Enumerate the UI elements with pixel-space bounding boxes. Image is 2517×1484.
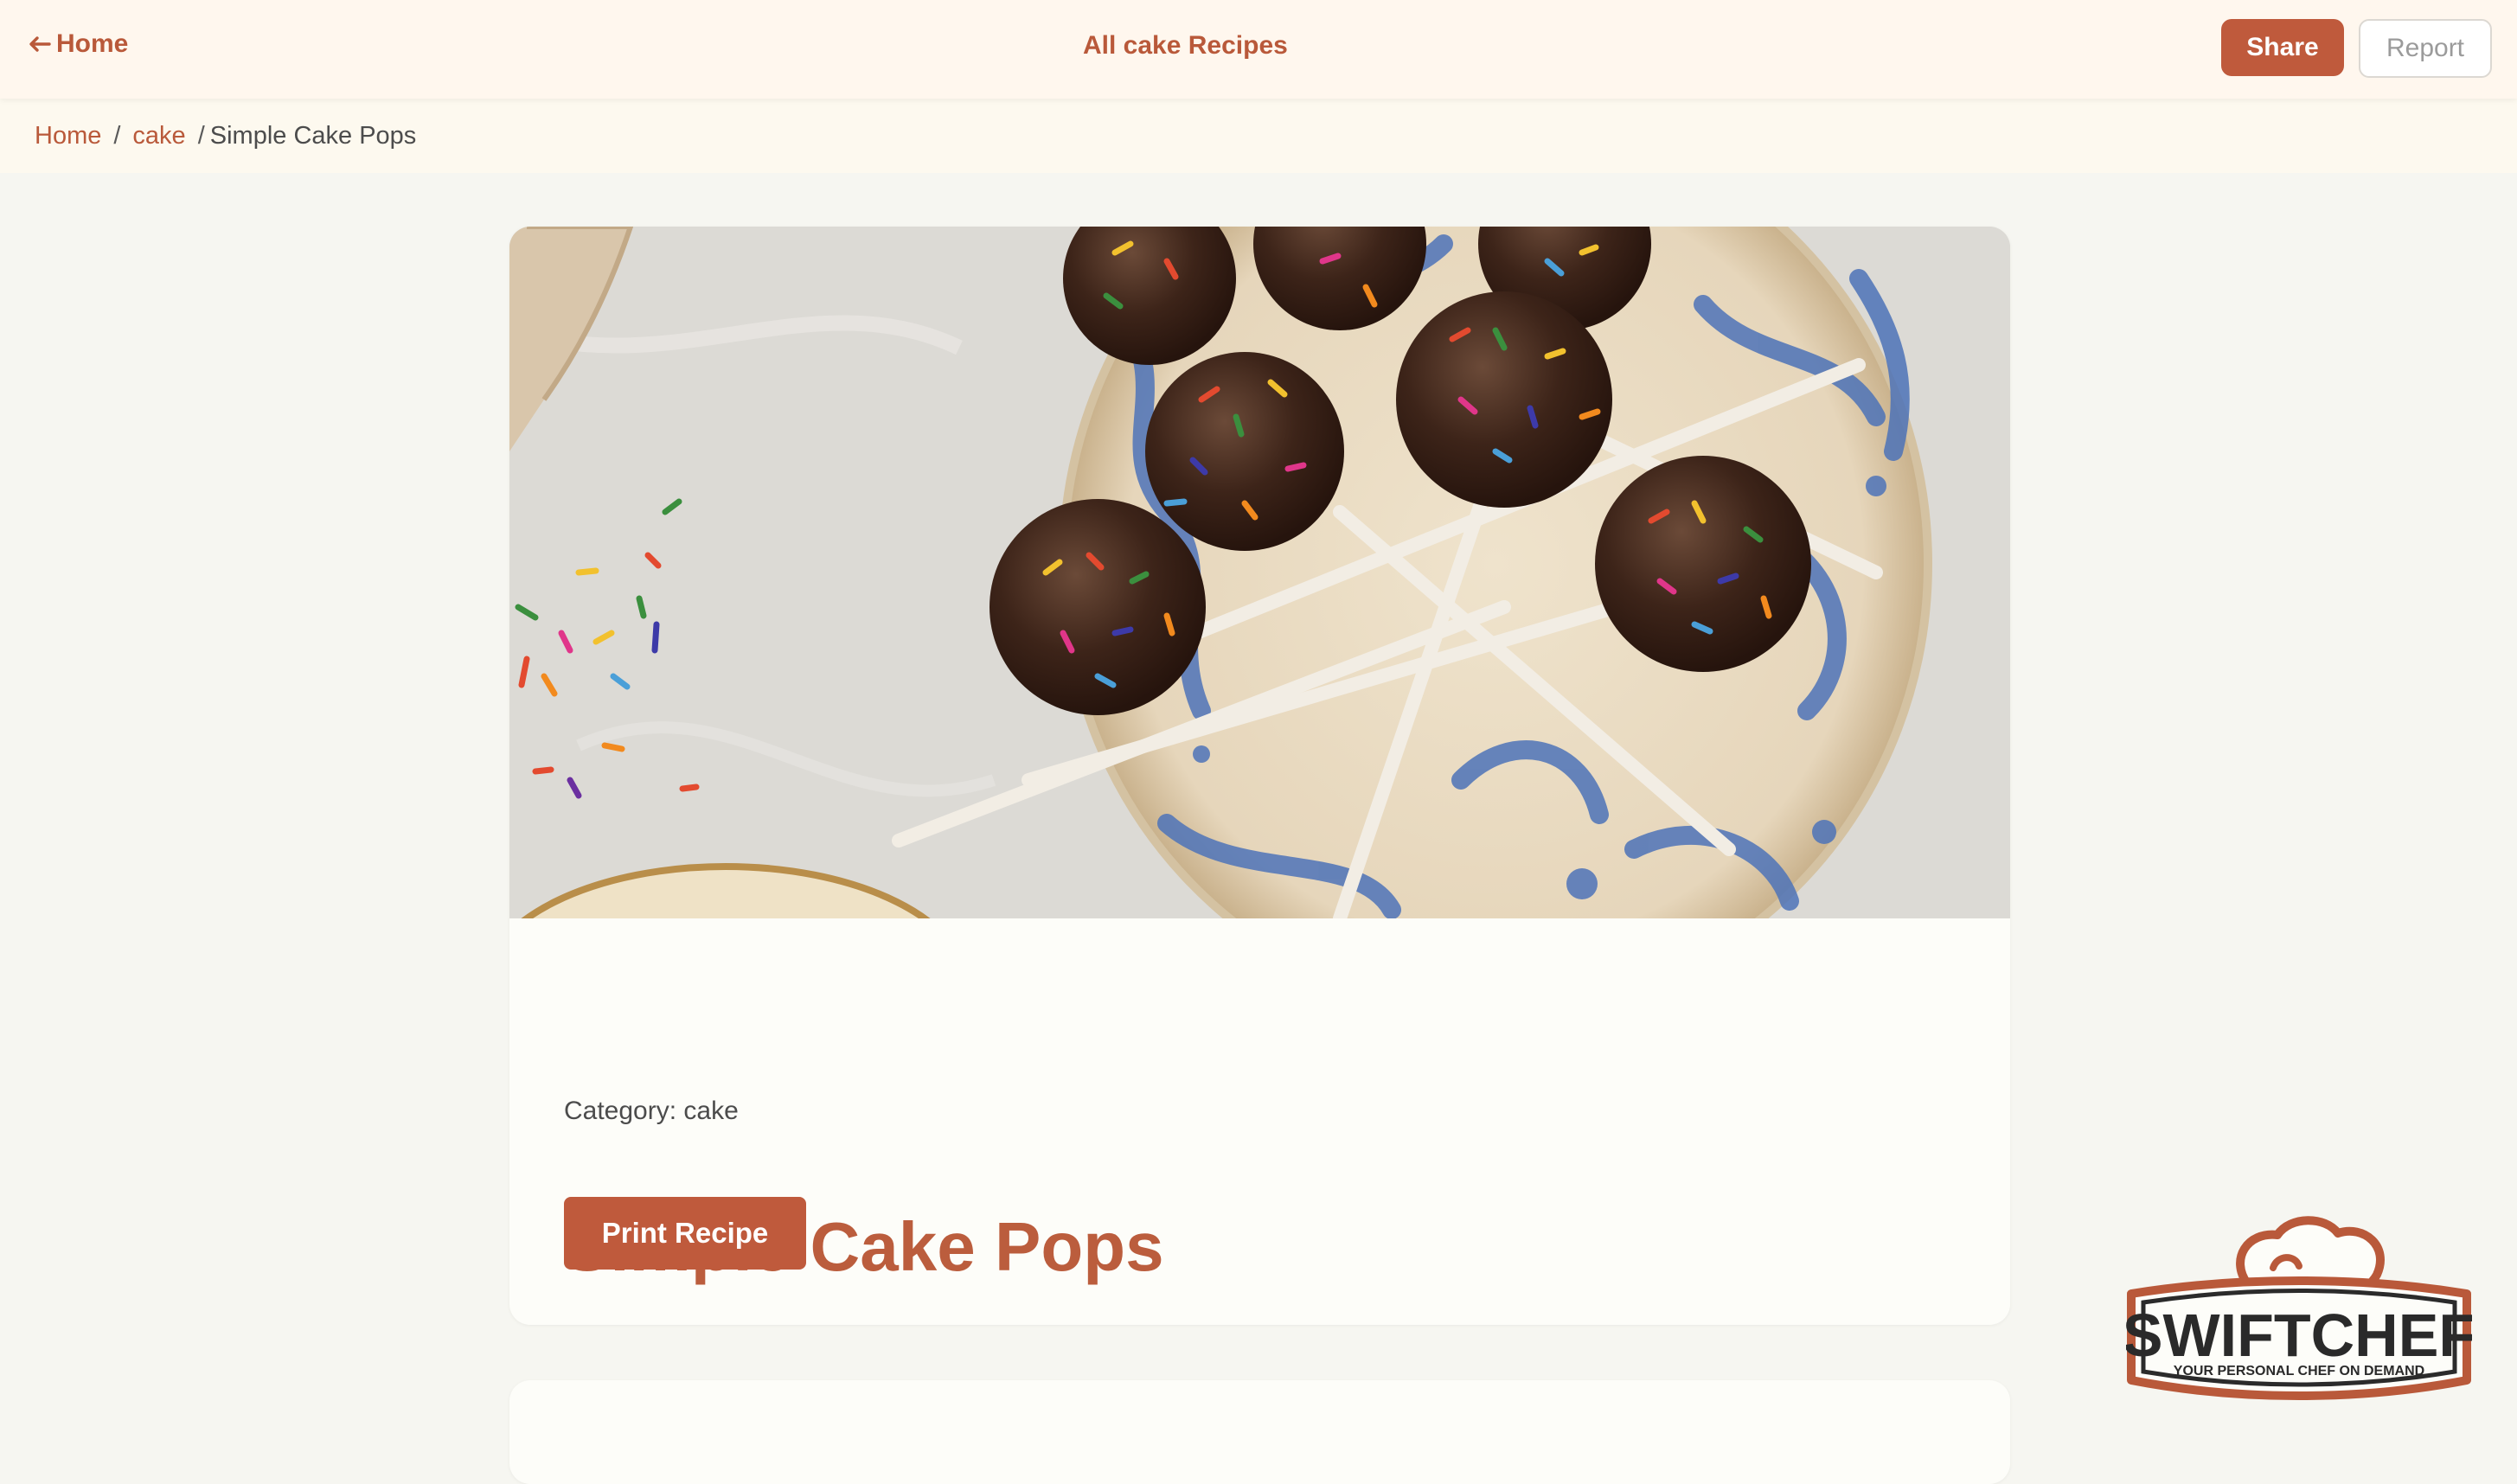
print-recipe-button[interactable]: Print Recipe bbox=[564, 1197, 806, 1270]
breadcrumb-home-link[interactable]: Home bbox=[35, 122, 101, 150]
recipe-hero-image bbox=[509, 227, 2010, 918]
recipe-category: Category: cake bbox=[564, 1097, 739, 1125]
all-recipes-title-link[interactable]: All cake Recipes bbox=[1083, 31, 1288, 61]
recipe-card: Simple Cake Pops bbox=[509, 227, 2010, 1325]
recipe-details-card bbox=[509, 1380, 2010, 1484]
swiftchef-logo: SWIFTCHEF YOUR PERSONAL CHEF ON DEMAND bbox=[2126, 1216, 2472, 1400]
home-back-link[interactable]: Home bbox=[29, 29, 128, 59]
breadcrumb-separator: / bbox=[113, 121, 121, 150]
breadcrumb-category-link[interactable]: cake bbox=[132, 122, 185, 150]
logo-brand-text: SWIFTCHEF bbox=[2126, 1302, 2472, 1369]
top-navbar: Home All cake Recipes Share Report bbox=[0, 0, 2517, 99]
home-link-label: Home bbox=[56, 29, 129, 58]
share-button[interactable]: Share bbox=[2221, 19, 2344, 76]
cake-pops-photo bbox=[509, 227, 2010, 918]
logo-tagline-text: YOUR PERSONAL CHEF ON DEMAND bbox=[2174, 1364, 2424, 1378]
arrow-left-icon bbox=[29, 36, 51, 52]
breadcrumb-separator: / bbox=[197, 121, 205, 150]
breadcrumb-current: Simple Cake Pops bbox=[209, 121, 417, 150]
breadcrumb: Home / cake / Simple Cake Pops bbox=[0, 99, 2517, 173]
report-button[interactable]: Report bbox=[2359, 19, 2492, 78]
